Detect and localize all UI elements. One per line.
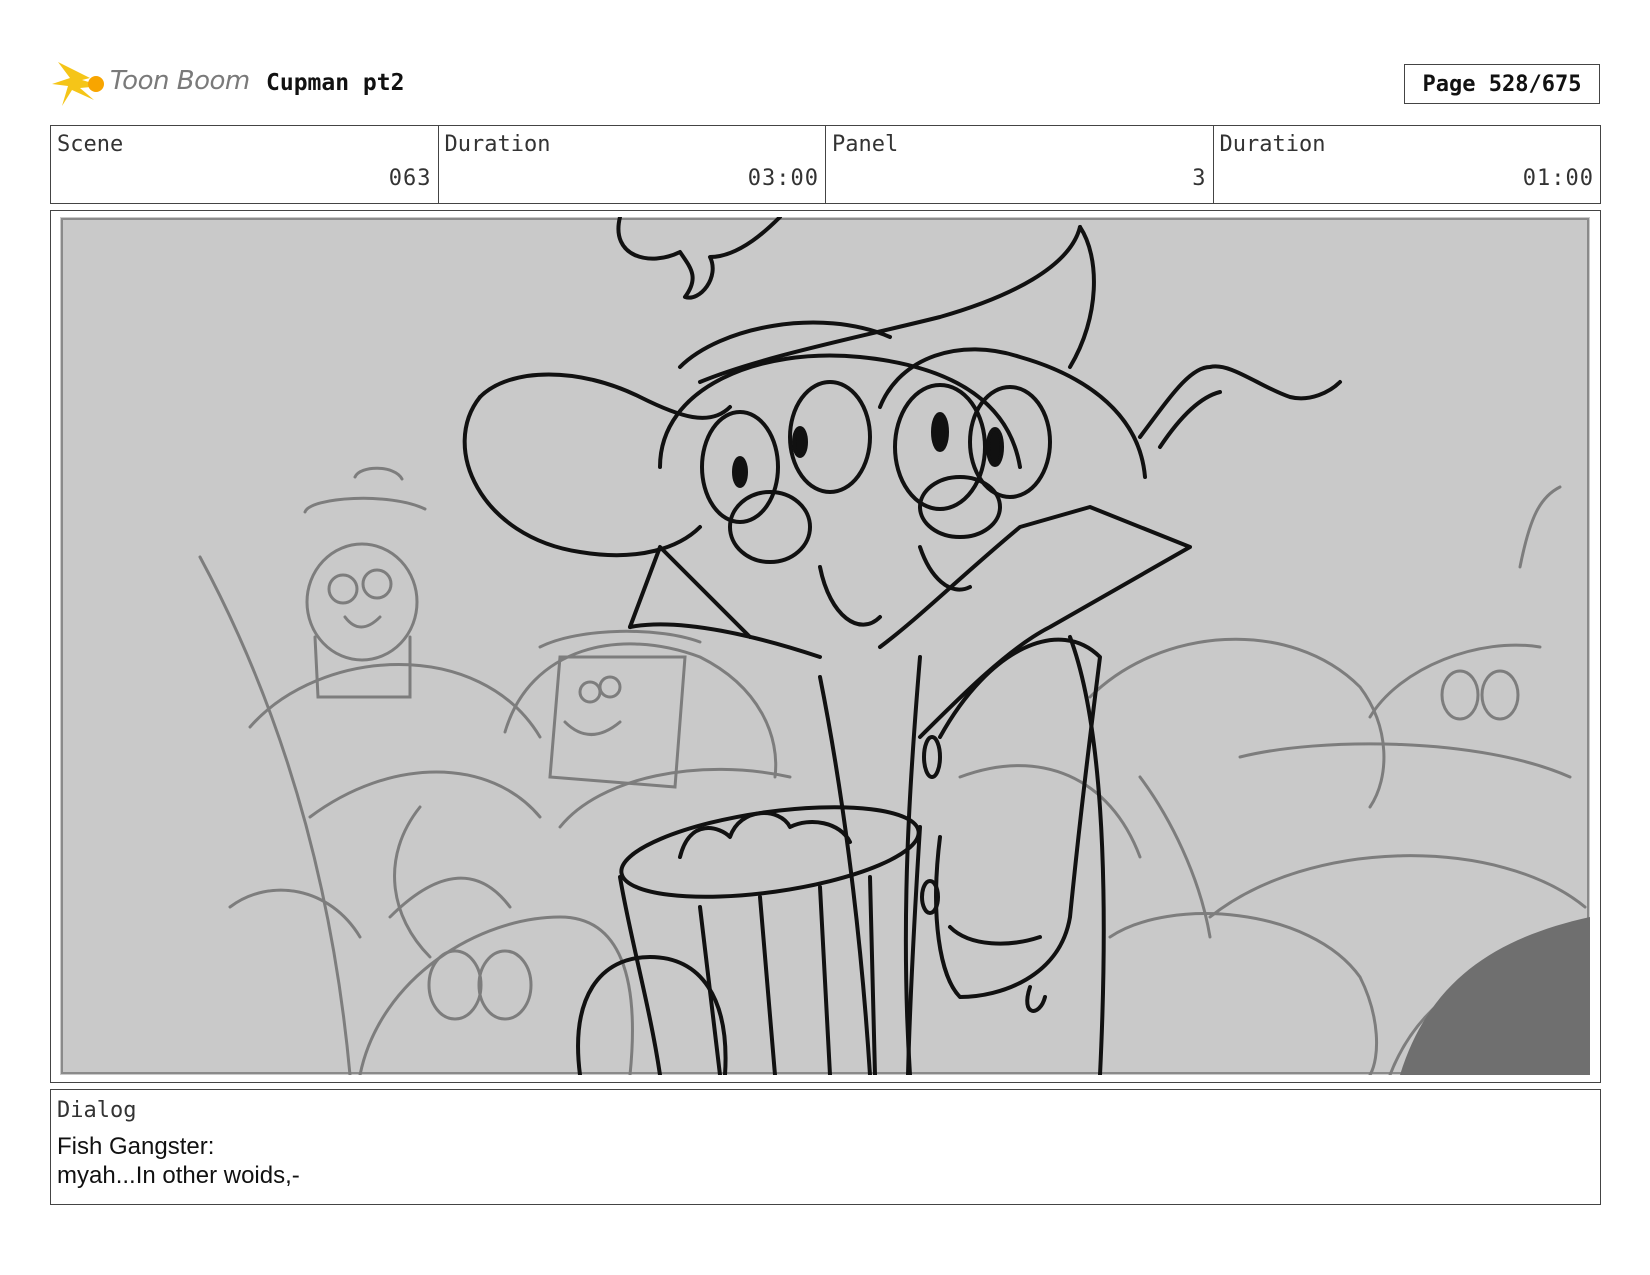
storyboard-sketch-image — [60, 217, 1590, 1075]
scene-duration-cell: Duration 03:00 — [439, 126, 826, 203]
panel-cell: Panel 3 — [826, 126, 1214, 203]
page-number: Page 528/675 — [1404, 64, 1600, 104]
logo-text: Toon Boom — [110, 66, 250, 96]
scene-info-table: Scene 063 Duration 03:00 Panel 3 Duratio… — [50, 125, 1601, 204]
panel-value: 3 — [1192, 166, 1207, 191]
scene-label: Scene — [57, 132, 124, 157]
panel-duration-label: Duration — [1219, 132, 1326, 157]
scene-duration-value: 03:00 — [747, 166, 819, 191]
project-title: Cupman pt2 — [266, 70, 405, 96]
dialog-speaker: Fish Gangster: — [57, 1133, 215, 1160]
scene-duration-label: Duration — [444, 132, 551, 157]
dialog-box: Dialog Fish Gangster: myah...In other wo… — [50, 1089, 1601, 1205]
scene-cell: Scene 063 — [51, 126, 439, 203]
dialog-line: myah...In other woids,- — [57, 1162, 300, 1189]
panel-duration-cell: Duration 01:00 — [1214, 126, 1601, 203]
scene-value: 063 — [388, 166, 432, 191]
dialog-label: Dialog — [57, 1098, 137, 1123]
sketch-drawing — [60, 217, 1590, 1075]
panel-label: Panel — [832, 132, 899, 157]
storyboard-panel-frame — [50, 210, 1601, 1083]
panel-duration-value: 01:00 — [1522, 166, 1594, 191]
toon-boom-logo: Toon Boom — [52, 56, 252, 112]
burst-icon — [52, 62, 104, 106]
